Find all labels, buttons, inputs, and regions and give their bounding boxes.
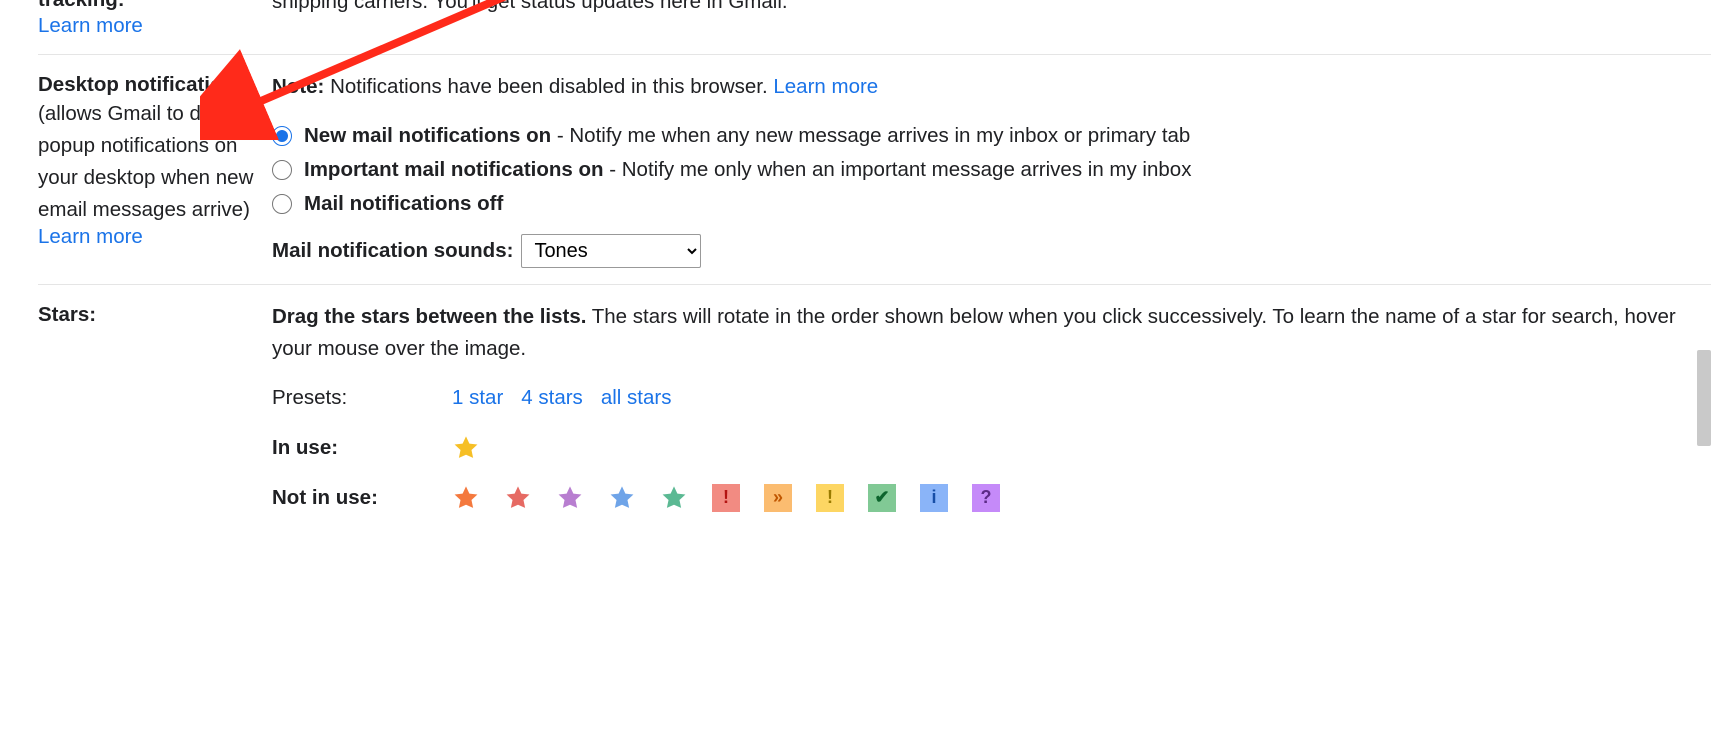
- badge-purple-question-icon[interactable]: ?: [972, 484, 1000, 512]
- package-tracking-desc: shipping carriers. You'll get status upd…: [272, 0, 788, 13]
- notifications-disabled-learn-more-link[interactable]: Learn more: [773, 75, 878, 98]
- radio-new-mail-on-input[interactable]: [272, 126, 292, 146]
- star-red-icon[interactable]: [504, 484, 532, 512]
- star-green-icon[interactable]: [660, 484, 688, 512]
- badge-orange-arrows-icon[interactable]: »: [764, 484, 792, 512]
- package-tracking-learn-more-link[interactable]: Learn more: [38, 14, 264, 38]
- star-orange-icon[interactable]: [452, 484, 480, 512]
- in-use-stars: [452, 434, 504, 462]
- radio-important-mail-on-input[interactable]: [272, 160, 292, 180]
- mail-sounds-label: Mail notification sounds:: [272, 235, 513, 267]
- badge-red-bang-icon[interactable]: !: [712, 484, 740, 512]
- radio-important-mail-on[interactable]: Important mail notifications on - Notify…: [272, 154, 1681, 186]
- preset-all-stars[interactable]: all stars: [601, 382, 672, 414]
- desktop-notifications-label: Desktop notifications:: [38, 71, 264, 99]
- badge-yellow-bang-icon[interactable]: !: [816, 484, 844, 512]
- desktop-notifications-learn-more-link[interactable]: Learn more: [38, 225, 264, 249]
- badge-blue-info-icon[interactable]: i: [920, 484, 948, 512]
- presets-label: Presets:: [272, 382, 452, 414]
- radio-mail-off-input[interactable]: [272, 194, 292, 214]
- stars-label: Stars:: [38, 301, 264, 329]
- star-purple-icon[interactable]: [556, 484, 584, 512]
- preset-1-star[interactable]: 1 star: [452, 382, 503, 414]
- star-yellow-icon[interactable]: [452, 434, 480, 462]
- radio-new-mail-on[interactable]: New mail notifications on - Notify me wh…: [272, 120, 1681, 152]
- stars-description: Drag the stars between the lists. The st…: [272, 301, 1681, 365]
- in-use-label: In use:: [272, 432, 452, 464]
- scrollbar-thumb[interactable]: [1697, 350, 1711, 446]
- radio-mail-off[interactable]: Mail notifications off: [272, 188, 1681, 220]
- not-in-use-stars: ! »! ✔ i?: [452, 484, 1024, 512]
- not-in-use-label: Not in use:: [272, 482, 452, 514]
- desktop-notifications-sub: (allows Gmail to display popup notificat…: [38, 98, 264, 225]
- notifications-note: Note: Notifications have been disabled i…: [272, 71, 1681, 103]
- package-tracking-label: tracking:: [38, 0, 264, 14]
- badge-green-check-icon[interactable]: ✔: [868, 484, 896, 512]
- preset-4-stars[interactable]: 4 stars: [521, 382, 583, 414]
- mail-sounds-select[interactable]: Tones: [521, 234, 701, 268]
- star-blue-icon[interactable]: [608, 484, 636, 512]
